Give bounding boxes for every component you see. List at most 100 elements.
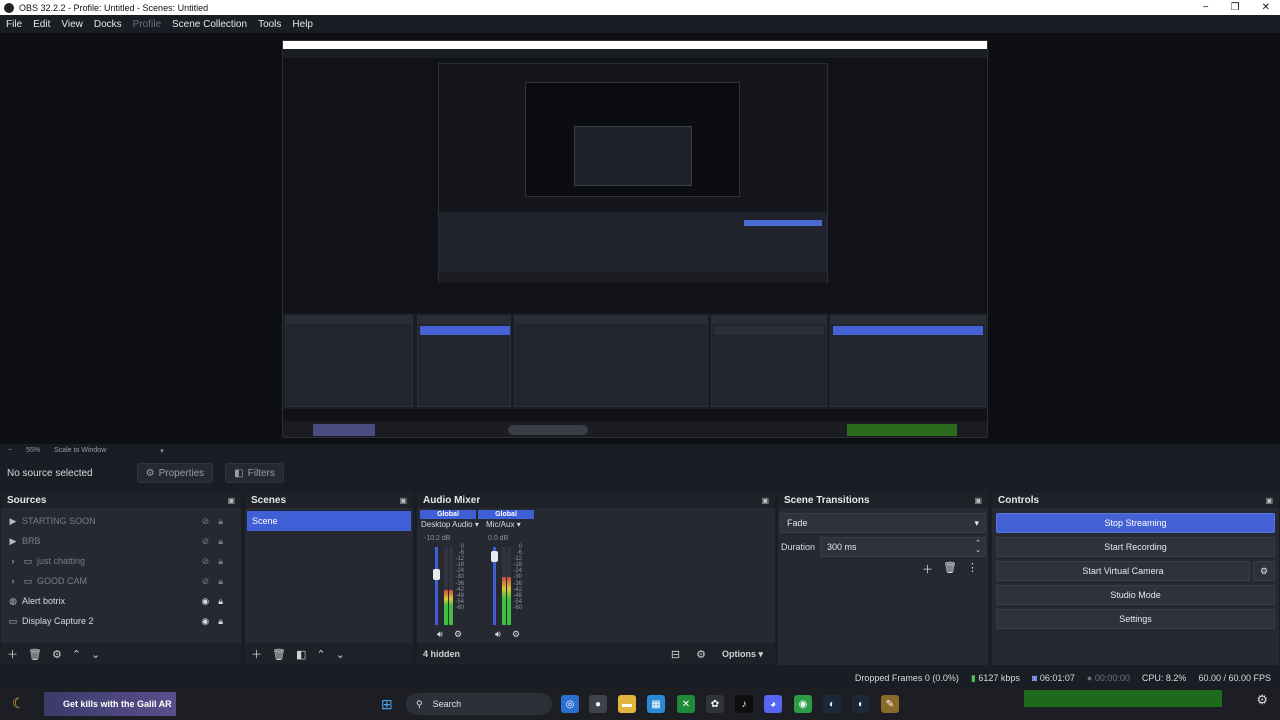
channel-name[interactable]: Desktop Audio ▾ (421, 520, 479, 529)
move-down-button[interactable]: ⌄ (336, 648, 345, 661)
menu-file[interactable]: File (6, 19, 22, 30)
source-properties-button[interactable]: ⚙ (52, 648, 62, 661)
audio-settings-icon[interactable]: ⚙ (512, 629, 520, 640)
visibility-hidden-icon[interactable]: ⊘ (202, 536, 210, 547)
add-transition-button[interactable]: ＋ (922, 561, 933, 577)
remove-source-button[interactable]: 🗑︎ (28, 648, 42, 661)
lock-icon[interactable]: 🔒︎ (218, 576, 223, 587)
transition-menu-icon[interactable]: ⋮ (967, 561, 978, 577)
layout-icon[interactable]: ⊟ (671, 648, 680, 661)
eye-icon[interactable]: ◉ (201, 596, 209, 607)
lock-icon[interactable]: 🔒︎ (218, 596, 223, 607)
move-up-button[interactable]: ⌃ (316, 648, 325, 661)
xbox-icon[interactable]: ✕ (677, 695, 695, 713)
menu-view[interactable]: View (61, 19, 83, 30)
menu-help[interactable]: Help (292, 19, 313, 30)
zoom-out-button[interactable]: − (8, 447, 12, 454)
source-item[interactable]: ▶ STARTING SOON ⊘ 🔒︎ (1, 511, 241, 531)
properties-button[interactable]: ⚙ Properties (136, 463, 214, 483)
lock-icon[interactable]: 🔒︎ (218, 616, 223, 627)
advanced-audio-icon[interactable]: ⚙ (696, 648, 706, 661)
steam-icon[interactable]: ◐ (823, 695, 841, 713)
remove-scene-button[interactable]: 🗑︎ (272, 648, 286, 661)
discord-icon[interactable]: ◕ (764, 695, 782, 713)
minimize-button[interactable]: − (1203, 2, 1209, 13)
undock-icon[interactable]: ▣ (761, 496, 769, 505)
chevron-down-icon: ▾ (474, 520, 479, 529)
hidden-count[interactable]: 4 hidden (423, 649, 460, 659)
nested-promo (313, 424, 375, 436)
studio-mode-button[interactable]: Studio Mode (996, 585, 1275, 605)
lock-icon[interactable]: 🔒︎ (218, 556, 223, 567)
speaker-icon[interactable]: 🔊︎ (495, 629, 501, 640)
channel-name[interactable]: Mic/Aux ▾ (486, 520, 521, 529)
fader-knob[interactable] (433, 568, 440, 580)
eye-icon[interactable]: ◉ (201, 616, 209, 627)
app-icon[interactable]: ✎ (881, 695, 899, 713)
speaker-icon[interactable]: 🔊︎ (437, 629, 443, 640)
store-icon[interactable]: ▦ (647, 695, 665, 713)
stop-streaming-button[interactable]: Stop Streaming (996, 513, 1275, 533)
app-icon[interactable]: ◎ (561, 695, 579, 713)
audio-settings-icon[interactable]: ⚙ (454, 629, 462, 640)
scene-transitions-dock: Scene Transitions ▣ Fade ▾ Duration 300 m… (777, 491, 989, 666)
weather-moon-icon[interactable]: ☾ (12, 695, 25, 712)
source-item[interactable]: ▭ Display Capture 2 ◉ 🔒︎ (1, 611, 241, 631)
move-up-button[interactable]: ⌃ (72, 648, 81, 661)
scale-mode-select[interactable]: Scale to Window (54, 447, 106, 454)
source-item[interactable]: › ▭ just chatting ⊘ 🔒︎ (1, 551, 241, 571)
visibility-hidden-icon[interactable]: ⊘ (202, 576, 210, 587)
expand-chevron-icon[interactable]: › (7, 556, 19, 566)
virtual-camera-settings-button[interactable]: ⚙ (1253, 561, 1275, 581)
obs-taskbar-icon[interactable]: ● (589, 695, 607, 713)
notification-icon[interactable]: ⚙ (1256, 692, 1268, 708)
scene-filters-button[interactable]: ◧ (296, 648, 306, 661)
scale-tick: -48 (513, 592, 522, 599)
undock-icon[interactable]: ▣ (1265, 496, 1273, 505)
menu-profile[interactable]: Profile (133, 19, 161, 30)
expand-chevron-icon[interactable]: › (7, 576, 19, 586)
close-button[interactable]: ✕ (1262, 2, 1270, 13)
steam-icon[interactable]: ◐ (852, 695, 870, 713)
source-item[interactable]: ◍ Alert botrix ◉ 🔒︎ (1, 591, 241, 611)
windows-start-icon[interactable]: ⊞ (381, 696, 393, 713)
transition-select[interactable]: Fade ▾ (780, 513, 986, 533)
start-virtual-camera-button[interactable]: Start Virtual Camera (996, 561, 1250, 581)
filters-button[interactable]: ◧ Filters (225, 463, 284, 483)
settings-button[interactable]: Settings (996, 609, 1275, 629)
start-recording-button[interactable]: Start Recording (996, 537, 1275, 557)
taskbar-promo-widget[interactable]: Get kills with the Galil AR (44, 692, 176, 716)
fader-knob[interactable] (491, 550, 498, 562)
undock-icon[interactable]: ▣ (974, 496, 982, 505)
chevron-down-icon[interactable]: ▾ (160, 447, 164, 455)
menu-edit[interactable]: Edit (33, 19, 50, 30)
preview-canvas[interactable] (282, 40, 988, 438)
undock-icon[interactable]: ▣ (399, 496, 407, 505)
tiktok-icon[interactable]: ♪ (735, 695, 753, 713)
lock-icon[interactable]: 🔒︎ (218, 536, 223, 547)
menu-tools[interactable]: Tools (258, 19, 281, 30)
scale-tick: -30 (455, 574, 464, 581)
remove-transition-button[interactable]: 🗑︎ (943, 561, 957, 577)
undock-icon[interactable]: ▣ (227, 496, 235, 505)
file-explorer-icon[interactable]: ▬ (618, 695, 636, 713)
volume-fader[interactable] (435, 547, 438, 625)
source-item[interactable]: ▶ BRB ⊘ 🔒︎ (1, 531, 241, 551)
taskbar-search[interactable]: ⚲ Search (406, 693, 552, 715)
options-button[interactable]: Options ▾ (722, 649, 763, 660)
spin-arrows-icon[interactable]: ⌃ ⌄ (975, 540, 981, 554)
visibility-hidden-icon[interactable]: ⊘ (202, 516, 210, 527)
chrome-icon[interactable]: ◉ (794, 695, 812, 713)
add-source-button[interactable]: ＋ (7, 646, 18, 662)
maximize-button[interactable]: ❐ (1231, 2, 1240, 13)
menu-scene-collection[interactable]: Scene Collection (172, 19, 247, 30)
visibility-hidden-icon[interactable]: ⊘ (202, 556, 210, 567)
add-scene-button[interactable]: ＋ (251, 646, 262, 662)
scene-item[interactable]: Scene (247, 511, 411, 531)
app-icon[interactable]: ✿ (706, 695, 724, 713)
source-item[interactable]: › ▭ GOOD CAM ⊘ 🔒︎ (1, 571, 241, 591)
duration-spinbox[interactable]: 300 ms ⌃ ⌄ (820, 537, 986, 557)
lock-icon[interactable]: 🔒︎ (218, 516, 223, 527)
move-down-button[interactable]: ⌄ (91, 648, 100, 661)
menu-docks[interactable]: Docks (94, 19, 122, 30)
